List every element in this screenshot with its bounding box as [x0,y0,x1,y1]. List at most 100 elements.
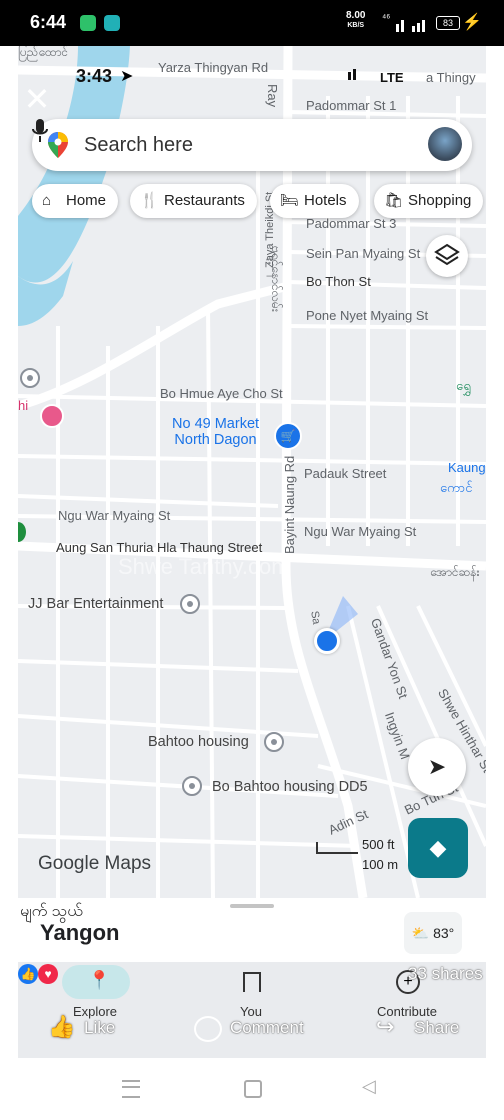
street-label: ရွှေ [456,378,471,393]
map-view[interactable]: 3:43 ➤ LTE ပြည်ထောင် Yarza Thingyan Rd a… [18,46,486,898]
street-label: Aung San Thuria Hla Thaung Street [56,540,263,555]
directions-button[interactable]: ◆ [408,818,468,878]
network-speed-unit: KB/S [347,22,365,29]
back-icon[interactable]: ◁ [362,1076,376,1097]
weather-chip[interactable]: ⛅ 83° [404,912,462,954]
fb-like-button[interactable]: Like [84,1018,115,1038]
place-pin-icon[interactable] [182,776,202,796]
microphone-icon[interactable] [32,119,48,143]
scale-bar [316,842,358,854]
signal-bar-icon [401,20,404,32]
temperature: 83° [433,925,455,941]
fb-comment-icon [194,1016,222,1042]
google-maps-pin-icon [48,132,68,158]
street-label: Bayint Naung Rd [282,455,297,554]
weather-icon: ⛅ [411,925,430,941]
inner-carrier: LTE [380,70,404,85]
directions-icon: ◆ [429,835,447,860]
search-bar[interactable]: Search here [32,119,472,171]
street-label: Padauk Street [304,466,387,481]
shopping-cart-icon[interactable]: 🛒 [274,422,302,450]
chip-home[interactable]: ⌂ Home [32,184,119,218]
explore-pin-icon: 📍 [88,970,111,990]
place-pin-icon[interactable] [180,594,200,614]
home-button-icon[interactable] [244,1080,262,1098]
app-notification-icon [80,15,96,31]
chip-hotels[interactable]: 🛏 Hotels [270,184,359,218]
shopping-bag-icon: 🛍 [384,192,404,209]
street-label: Pone Nyet Myaing St [306,308,429,323]
android-nav-bar: ◁ [0,1058,504,1120]
fb-share-button[interactable]: Share [414,1018,459,1038]
scale-feet: 500 ft [362,837,395,852]
google-maps-logo: Google Maps [38,853,152,874]
network-speed-value: 8.00 [346,10,366,21]
signal-bar-icon [412,26,415,32]
fb-love-reaction-icon: ♥ [38,964,58,984]
chip-label: Shopping [408,192,472,209]
fork-knife-icon: 🍴 [140,192,159,209]
signal-bar-icon [396,24,399,32]
place-name: Yangon [40,920,120,945]
phone-status-bar: 6:44 8.00 KB/S ⁴⁶ 83 ⚡ [0,0,504,46]
sheet-handle[interactable] [230,904,274,908]
avatar[interactable] [428,127,462,161]
fb-comment-button[interactable]: Comment [230,1018,304,1038]
street-label: Yarza Thingyan Rd [158,60,269,75]
street-label: ပြည်ထောင် [18,46,69,59]
street-label: Sa [308,610,323,626]
street-label: Bo Thon St [306,274,371,289]
signal-type: ⁴⁶ [382,13,391,24]
inner-signal-icon [353,69,356,80]
street-label: a Thingy [426,70,476,85]
chip-shopping[interactable]: 🛍 Shopping [374,184,484,218]
street-label: Kaung [448,460,486,475]
watermark: Shwe Tanthy.com [118,554,290,579]
location-arrow-icon: ➤ [120,68,134,85]
bookmark-icon [243,972,261,992]
inner-clock: 3:43 [76,66,113,86]
poi-bo-bahtoo-label[interactable]: Bo Bahtoo housing DD5 [212,779,368,795]
chip-label: Restaurants [164,192,245,209]
street-label: Padommar St 1 [306,98,397,113]
layers-button[interactable] [426,235,468,277]
close-icon[interactable]: ✕ [22,83,52,115]
chip-restaurants[interactable]: 🍴 Restaurants [130,184,257,218]
place-pin-icon[interactable] [264,732,284,752]
charging-icon: ⚡ [462,14,482,31]
poi-bahtoo-label[interactable]: Bahtoo housing [148,734,249,750]
street-label: Ngu War Myaing St [304,524,417,539]
layers-icon [434,243,460,266]
street-label: ဗရင့်နောင်လမ်း [269,246,283,312]
battery-icon: 83 [436,16,460,30]
chip-label: Home [66,192,107,209]
inner-signal-icon [348,72,351,80]
street-label: အောင်ဆန်း [430,565,480,579]
nav-you[interactable]: You [206,1004,296,1019]
poi-market-label[interactable]: No 49 Market North Dagon [172,416,259,448]
scale-meters: 100 m [362,857,399,872]
signal-bar-icon [417,23,420,32]
street-label: Bo Hmue Aye Cho St [160,386,283,401]
network-speed: 8.00 KB/S [346,11,365,31]
street-label: hi [18,398,29,413]
recent-apps-icon[interactable] [122,1080,140,1098]
signal-bar-icon [422,20,425,32]
fb-like-icon: 👍 [48,1014,76,1039]
navigation-arrow-icon: ➤ [427,754,447,779]
street-label: Ngu War Myaing St [58,508,171,523]
navigate-button[interactable]: ➤ [408,738,466,796]
chip-label: Hotels [304,192,347,209]
search-input[interactable]: Search here [84,134,193,157]
street-label: Padommar St 3 [306,216,397,231]
poi-jj-bar-label[interactable]: JJ Bar Entertainment [28,596,163,612]
fb-share-count[interactable]: 33 shares [408,964,483,984]
street-label: ကောင် [440,480,473,495]
fb-share-icon: ↪ [376,1014,395,1039]
street-label: Ray [265,84,280,108]
bed-icon: 🛏 [280,192,300,209]
current-location-dot [314,628,340,654]
place-pin-icon[interactable] [20,368,40,388]
app-notification-icon-2 [104,15,120,31]
hotel-pin-icon[interactable] [40,404,64,428]
